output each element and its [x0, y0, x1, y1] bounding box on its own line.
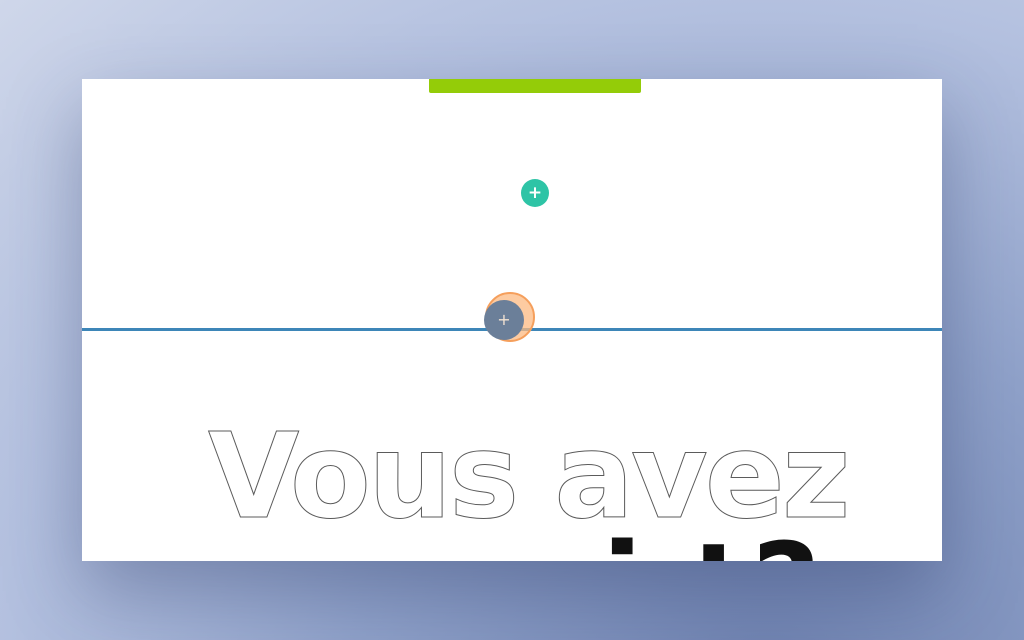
plus-icon: + [527, 182, 543, 203]
add-section-button[interactable]: + [484, 300, 524, 340]
add-module-button[interactable]: + [521, 179, 549, 207]
plus-icon: + [497, 310, 511, 329]
page-builder-canvas: + + Vous avez i t? [82, 79, 942, 561]
solid-heading-partial: i t? [602, 527, 824, 561]
section-settings-bar[interactable] [429, 79, 641, 93]
